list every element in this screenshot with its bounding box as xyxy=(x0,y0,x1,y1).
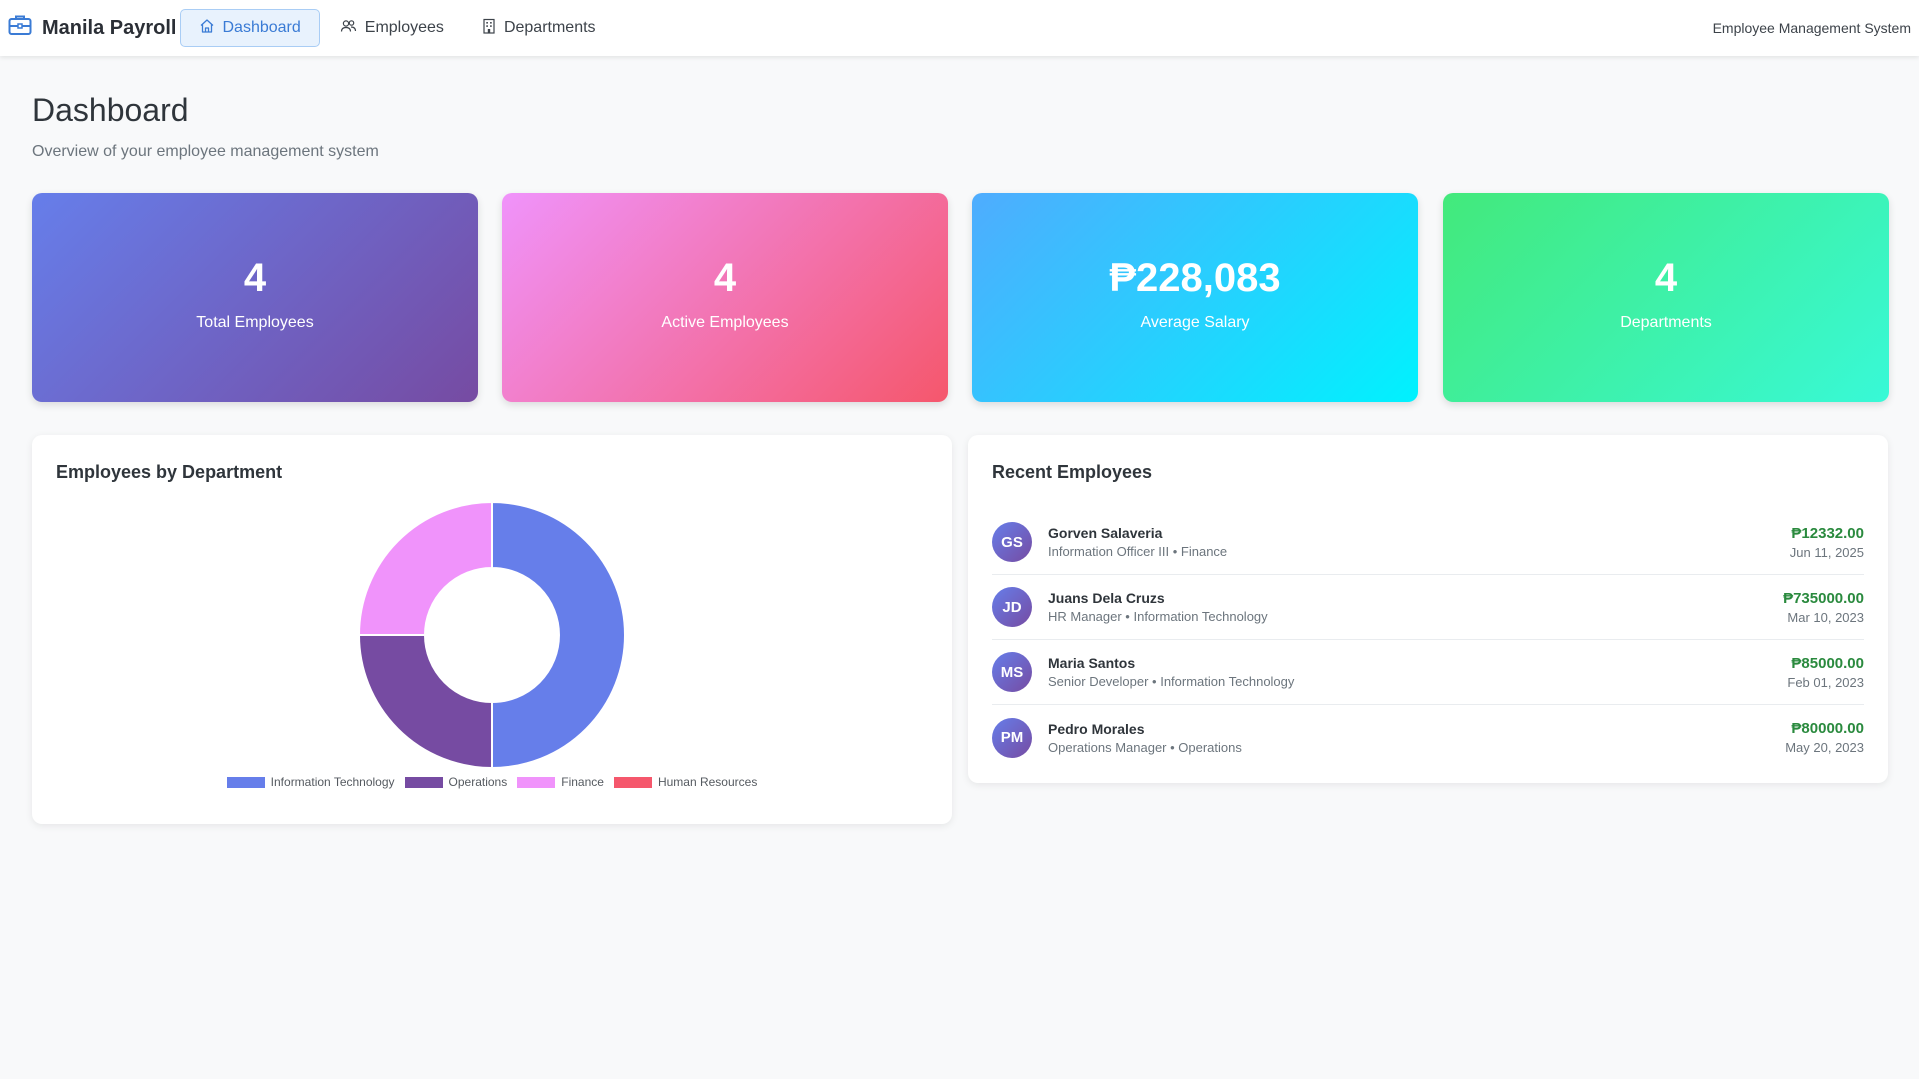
stat-value: 4 xyxy=(713,255,737,300)
legend-swatch xyxy=(226,776,265,788)
stat-label: Total Employees xyxy=(196,313,314,331)
employee-position: Information Officer III • Finance xyxy=(1048,544,1228,559)
employee-name: Pedro Morales xyxy=(1048,720,1145,737)
legend-item-human-resources[interactable]: Human Resources xyxy=(613,775,758,789)
legend-swatch xyxy=(517,776,556,788)
system-name: Employee Management System xyxy=(1712,20,1911,36)
avatar: MS xyxy=(992,652,1032,692)
nav-employees-label: Employees xyxy=(364,19,444,36)
avatar: JD xyxy=(992,587,1032,627)
home-icon xyxy=(199,18,223,39)
legend-swatch xyxy=(613,776,652,788)
donut-slice-operations[interactable] xyxy=(357,634,493,770)
briefcase-icon xyxy=(8,14,42,42)
employee-salary: ₱12332.00 xyxy=(1791,524,1864,542)
page-title: Dashboard xyxy=(32,92,189,128)
stat-label: Departments xyxy=(1620,313,1712,331)
avatar: PM xyxy=(992,717,1032,758)
stat-card-active-employees: 4 Active Employees xyxy=(502,193,948,402)
employee-salary: ₱735000.00 xyxy=(1783,589,1864,607)
department-donut-chart xyxy=(357,500,626,770)
employee-date: Feb 01, 2023 xyxy=(1787,674,1864,690)
people-icon xyxy=(340,18,365,39)
stat-label: Average Salary xyxy=(1140,313,1250,331)
legend-label: Finance xyxy=(561,775,604,789)
recent-title: Recent Employees xyxy=(992,462,1153,482)
legend-label: Operations xyxy=(448,775,508,789)
avatar: GS xyxy=(992,522,1032,562)
building-icon xyxy=(482,18,504,39)
nav-departments[interactable]: Departments xyxy=(464,9,614,47)
donut-slice-finance[interactable] xyxy=(357,500,493,636)
employee-position: Operations Manager • Operations xyxy=(1048,739,1242,755)
top-navbar: Manila Payroll Dashboard Employees Depar… xyxy=(0,0,1919,56)
brand[interactable]: Manila Payroll xyxy=(8,14,177,42)
employee-name: Juans Dela Cruzs xyxy=(1048,590,1165,606)
legend-item-finance[interactable]: Finance xyxy=(517,775,604,789)
stat-value: 4 xyxy=(243,255,267,300)
stat-card-average-salary: ₱228,083 Average Salary xyxy=(972,193,1418,402)
employee-row[interactable]: JD Juans Dela Cruzs HR Manager • Informa… xyxy=(992,575,1864,640)
employee-salary: ₱80000.00 xyxy=(1791,720,1864,737)
nav-dashboard-label: Dashboard xyxy=(222,19,301,36)
legend-item-information-technology[interactable]: Information Technology xyxy=(226,775,395,789)
employee-date: Jun 11, 2025 xyxy=(1789,544,1864,560)
stat-label: Active Employees xyxy=(661,313,789,331)
employee-row[interactable]: MS Maria Santos Senior Developer • Infor… xyxy=(992,640,1864,705)
employee-row[interactable]: GS Gorven Salaveria Information Officer … xyxy=(992,510,1864,575)
legend-swatch xyxy=(404,776,443,788)
employee-position: HR Manager • Information Technology xyxy=(1048,609,1268,624)
donut-slice-information-technology[interactable] xyxy=(491,500,626,770)
employee-date: Mar 10, 2023 xyxy=(1787,609,1864,625)
employee-date: May 20, 2023 xyxy=(1785,740,1864,755)
stat-card-total-employees: 4 Total Employees xyxy=(32,193,478,402)
chart-legend: Information Technology Operations Finance H… xyxy=(32,775,952,789)
legend-item-operations[interactable]: Operations xyxy=(404,775,508,789)
legend-label: Information Technology xyxy=(270,775,395,789)
nav-departments-label: Departments xyxy=(503,19,596,36)
stat-card-departments: 4 Departments xyxy=(1443,193,1889,402)
brand-name: Manila Payroll xyxy=(42,16,177,39)
employee-salary: ₱85000.00 xyxy=(1791,654,1864,672)
employee-name: Maria Santos xyxy=(1048,655,1136,671)
department-chart-panel: Employees by Department Information Tech… xyxy=(32,435,952,824)
employee-row[interactable]: PM Pedro Morales Operations Manager • Op… xyxy=(992,705,1864,770)
nav-dashboard[interactable]: Dashboard xyxy=(179,9,320,47)
recent-employees-panel: Recent Employees GS Gorven Salaveria Inf… xyxy=(968,435,1888,783)
stat-value: 4 xyxy=(1654,255,1678,300)
legend-label: Human Resources xyxy=(657,775,758,789)
stat-value: ₱228,083 xyxy=(1109,255,1281,300)
nav-employees[interactable]: Employees xyxy=(322,9,462,47)
page-subtitle: Overview of your employee management sys… xyxy=(32,143,379,160)
employee-position: Senior Developer • Information Technolog… xyxy=(1048,674,1295,689)
employee-name: Gorven Salaveria xyxy=(1048,525,1163,541)
